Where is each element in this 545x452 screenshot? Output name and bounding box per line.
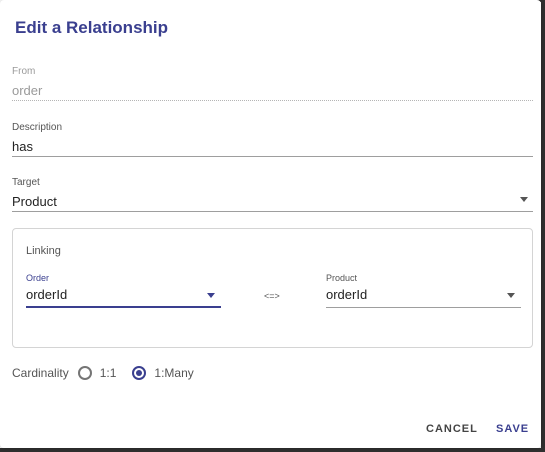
target-underline [12,211,533,212]
product-key-select[interactable]: Product orderId [326,273,521,309]
edit-relationship-dialog: Edit a Relationship From order Descripti… [0,0,541,448]
dialog-title: Edit a Relationship [15,18,169,37]
radio-one-to-many[interactable] [132,366,147,380]
order-key-label: Order [26,273,50,283]
radio-one-to-many-label[interactable]: 1:Many [154,366,193,380]
cardinality-label: Cardinality [12,366,69,380]
target-label: Target [12,177,40,188]
link-connector: <=> [264,291,280,301]
caret-down-icon[interactable] [507,293,515,298]
description-underline [12,156,533,157]
radio-one-to-one-label[interactable]: 1:1 [100,366,117,380]
radio-one-to-one[interactable] [77,366,92,380]
order-key-select[interactable]: Order orderId [26,273,221,309]
order-key-underline [26,306,221,308]
cardinality-group: Cardinality 1:1 1:Many [12,364,210,382]
backdrop-edge-right [541,0,545,452]
target-select[interactable]: Target Product [12,177,533,213]
linking-title: Linking [26,245,61,257]
linking-panel: Linking Order orderId <=> Product orderI… [12,228,533,348]
save-button[interactable]: SAVE [496,423,529,435]
description-label: Description [12,122,63,133]
product-key-label: Product [326,273,358,283]
caret-down-icon[interactable] [207,293,215,298]
description-field[interactable]: Description has [12,122,533,158]
target-value[interactable]: Product [12,194,533,209]
product-key-underline [326,307,521,308]
product-key-value[interactable]: orderId [326,287,521,302]
from-underline [12,100,533,101]
caret-down-icon[interactable] [520,197,528,202]
backdrop-edge-bottom [0,448,545,452]
order-key-value[interactable]: orderId [26,287,221,302]
from-value: order [12,83,43,98]
cancel-button[interactable]: CANCEL [426,423,478,435]
from-field: From order [12,66,533,102]
from-label: From [12,66,36,77]
description-input[interactable]: has [12,139,533,154]
